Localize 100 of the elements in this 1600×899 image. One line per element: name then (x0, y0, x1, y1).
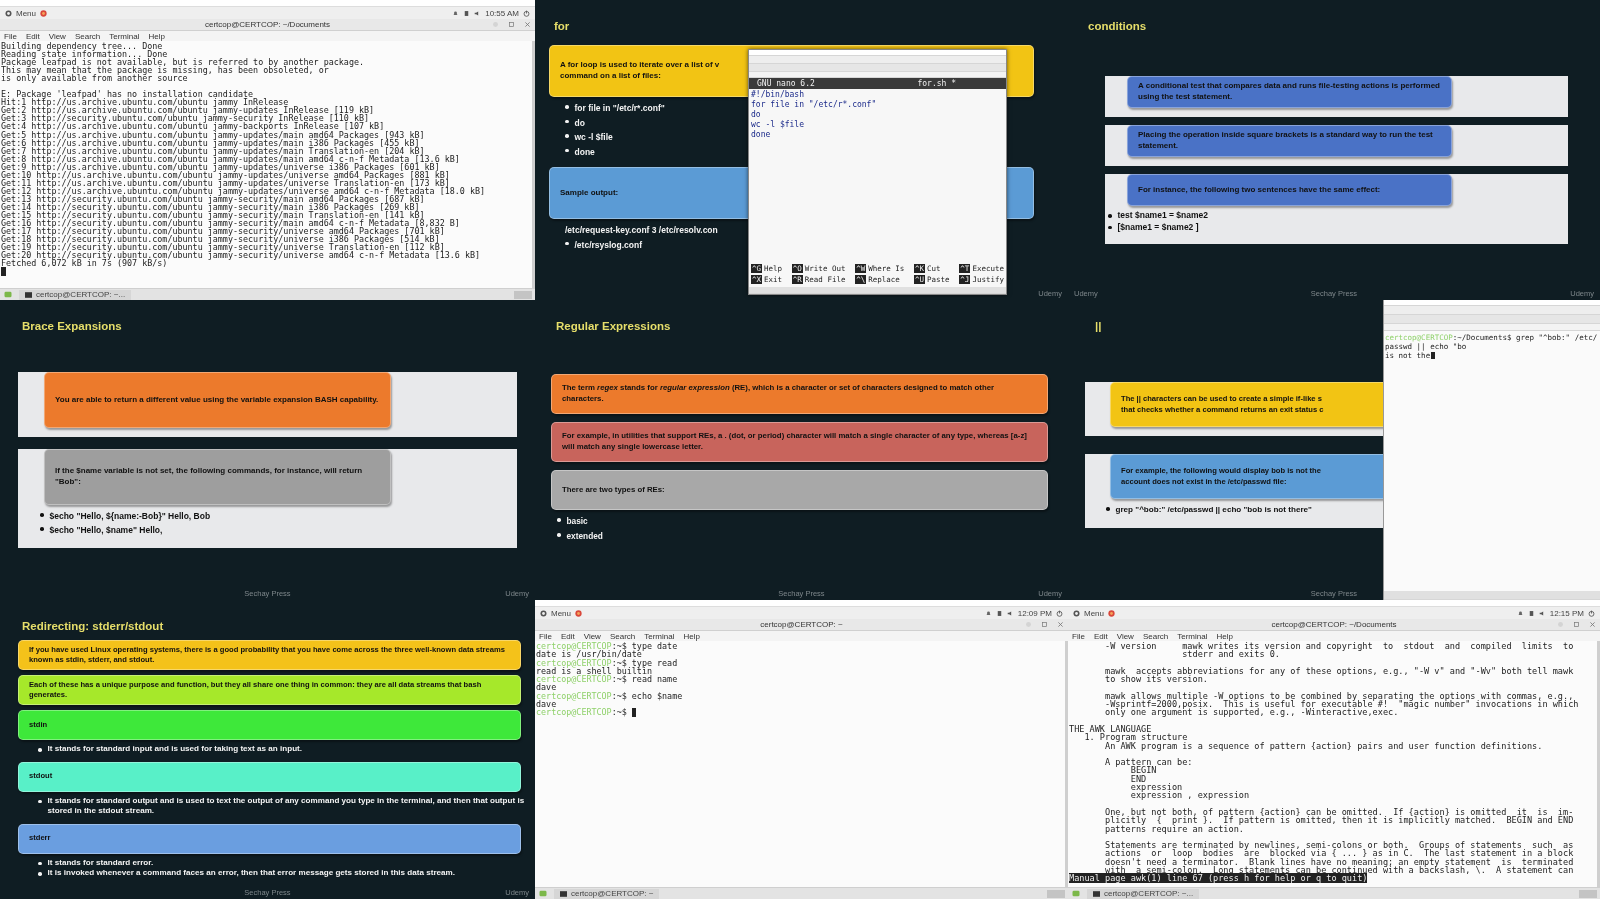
menu-item[interactable]: Edit (560, 631, 575, 641)
output-line: expression , expression (1129, 790, 1250, 801)
output-line: Fetched 6,072 kB in 7s (907 kB/s) (1, 258, 168, 269)
prompt-host: certcop@CERTCOP (536, 641, 612, 651)
code-line: done (751, 130, 772, 140)
bell-icon[interactable] (452, 9, 460, 17)
callout: For instance, the following two sentences have the same effect: (1127, 174, 1452, 206)
menu-button[interactable]: Menu (1084, 608, 1104, 618)
power-icon[interactable] (523, 9, 530, 17)
bullet-text: It stands for standard output and is used to text the output of any command you type in the terminal, and then that output is stored in the stdout stream. (47, 795, 526, 817)
browser-icon[interactable] (40, 9, 47, 17)
menu-item[interactable]: Terminal (109, 31, 140, 41)
workspace-switcher[interactable] (1047, 889, 1065, 898)
menu-item[interactable]: Terminal (644, 631, 675, 641)
menu-logo-icon[interactable] (540, 609, 547, 617)
output-line: only one argument is supported, e.g., -Winteractive,exec. (1104, 707, 1399, 718)
output-line: mawk accepts abbreviations for any of these options, e.g., "-W v" and "-Wv" both tell mawk (1104, 665, 1574, 676)
window-title: certcop@CERTCOP: ~/Documents (204, 20, 331, 29)
close-icon[interactable] (524, 21, 531, 28)
output-line: plicitly { print }. If pattern is omitted, then it is implicitly matched. BEGIN and END (1104, 815, 1574, 826)
menu-item[interactable]: File (4, 31, 17, 41)
callout: A conditional test that compares data and runs file-testing actions is performed using the test statement. (1127, 76, 1452, 108)
bullet-text: grep "^bob:" /etc/passwd || echo "bob is not there" (1115, 504, 1312, 516)
power-icon[interactable] (1056, 609, 1063, 617)
menu-item[interactable]: Help (148, 31, 165, 41)
terminal-icon (1093, 890, 1100, 897)
workspace-switcher[interactable] (1579, 889, 1597, 898)
menu-button[interactable]: Menu (16, 8, 36, 18)
menu-item[interactable]: File (1072, 631, 1085, 641)
menu-item[interactable]: File (539, 631, 552, 641)
bell-icon[interactable] (1516, 609, 1524, 617)
bullet-text: It stands for standard input and is used for taking text as an input. (47, 744, 303, 755)
bullet-text: /etc/request-key.conf 3 /etc/resolv.con (565, 224, 718, 237)
command-text: :~$ echo $name (611, 690, 683, 701)
output-line: expression (1129, 782, 1183, 793)
menu-button[interactable]: Menu (551, 608, 571, 618)
taskbar-item[interactable]: certcop@CERTCOP: ~... (1087, 888, 1200, 899)
clipboard-icon[interactable] (1527, 609, 1535, 617)
power-icon[interactable] (1588, 609, 1595, 617)
menu-item[interactable]: View (1116, 631, 1134, 641)
code-line: wc -l $file (751, 120, 805, 130)
code-line: #!/bin/bash (751, 90, 805, 100)
taskbar-item[interactable]: certcop@CERTCOP: ~... (19, 289, 132, 300)
workspace-switcher[interactable] (514, 290, 532, 299)
code-line: for file in "/etc/r*.conf" (751, 100, 878, 110)
file-name: for.sh * (917, 79, 956, 88)
window-title: certcop@CERTCOP: ~/Documents (1271, 620, 1397, 629)
output-line: stderr and exits 0. (1181, 649, 1280, 660)
output-line: doesn't need a terminator. Blank lines have no meaning; an empty statement is terminated (1104, 856, 1574, 867)
menu-logo-icon[interactable] (1073, 609, 1080, 617)
browser-icon[interactable] (575, 609, 582, 617)
menu-item[interactable]: Search (74, 31, 101, 41)
menu-item[interactable]: Help (1216, 631, 1233, 641)
clipboard-icon[interactable] (995, 609, 1003, 617)
start-icon[interactable] (538, 890, 548, 897)
bullet-text: $echo "Hello, $name" Hello, (49, 524, 163, 537)
menu-item[interactable]: Search (609, 631, 636, 641)
bullet-text: basic (566, 515, 588, 528)
maximize-icon[interactable] (1041, 621, 1048, 628)
output-line: mawk allows multiple -W options to be combined by separating the options with commas, e.g., (1104, 690, 1574, 701)
menu-item[interactable]: Help (683, 631, 700, 641)
bullet-text: $echo "Hello, ${name:-Bob}" Hello, Bob (49, 510, 211, 523)
start-icon[interactable] (1071, 890, 1081, 897)
menu-item[interactable]: View (583, 631, 601, 641)
bullet-text: test $name1 = $name2 (1117, 210, 1208, 222)
clock-time: 12:15 PM (1549, 608, 1584, 618)
terminal-icon (25, 291, 32, 298)
output-line: Get:4 http://us.archive.ubuntu.com/ubuntu jammy-backports InRelease [107 kB] (1, 121, 385, 132)
browser-icon[interactable] (1108, 609, 1115, 617)
maximize-icon[interactable] (508, 21, 515, 28)
editor-version: GNU nano 6.2 (757, 79, 815, 88)
clock-time: 12:09 PM (1017, 608, 1052, 618)
output-line: END (1129, 773, 1147, 784)
taskbar-item[interactable]: certcop@CERTCOP: ~ (554, 888, 660, 899)
clipboard-icon[interactable] (463, 9, 471, 17)
menu-item[interactable]: Terminal (1177, 631, 1208, 641)
menu-logo-icon[interactable] (5, 9, 12, 17)
close-icon[interactable] (1057, 621, 1064, 628)
output-line: One, but not both, of pattern {action} can be omitted. If {action} is omitted it is im- (1104, 806, 1574, 817)
bullet-text: extended (566, 530, 603, 543)
bullet-text: It is invoked whenever a command faces an error, then that error message gets stored in this data stream. (47, 868, 456, 879)
speaker-icon[interactable] (1538, 609, 1546, 617)
prompt-host: certcop@CERTCOP (536, 690, 612, 701)
close-icon[interactable] (1589, 621, 1596, 628)
menu-item[interactable]: Edit (25, 31, 40, 41)
slide-title: Regular Expressions (556, 320, 671, 332)
bell-icon[interactable] (984, 609, 992, 617)
clock-time: 10:55 AM (485, 8, 519, 18)
menu-item[interactable]: Edit (1093, 631, 1108, 641)
menu-item[interactable]: Search (1142, 631, 1169, 641)
maximize-icon[interactable] (1573, 621, 1580, 628)
slide-title: conditions (1088, 20, 1147, 32)
output-line: 1. Program structure (1083, 732, 1188, 743)
speaker-icon[interactable] (1006, 609, 1014, 617)
menu-item[interactable]: View (48, 31, 66, 41)
slide-title: Redirecting: stderr/stdout (22, 620, 164, 632)
output-line: dave (536, 682, 557, 693)
callout: You are able to return a different value using the variable expansion BASH capability. (44, 372, 391, 428)
start-icon[interactable] (3, 291, 13, 298)
callout: Placing the operation inside square brackets is a standard way to run the test statement. (1127, 125, 1452, 157)
